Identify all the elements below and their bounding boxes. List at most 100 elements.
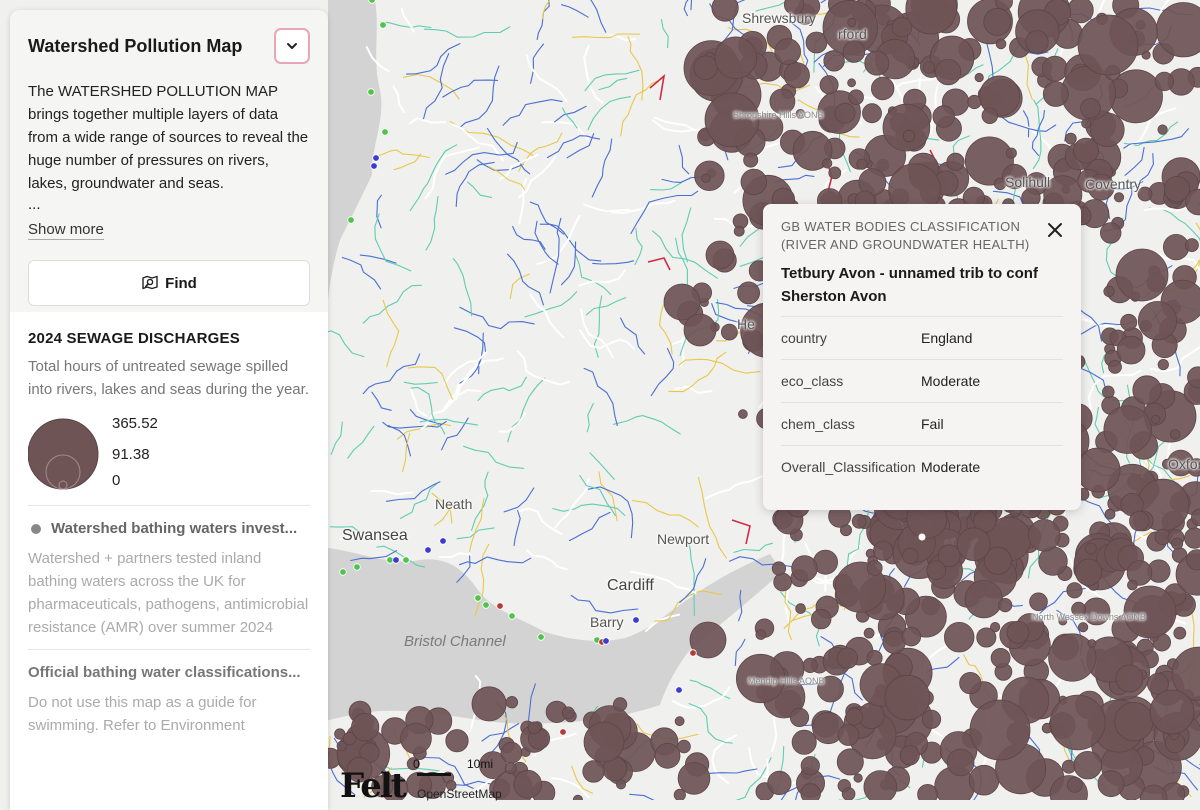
discharge-bubble (741, 169, 767, 195)
discharge-bubble (1170, 430, 1180, 440)
discharge-bubble (706, 241, 734, 269)
discharge-bubble (867, 561, 882, 576)
discharge-bubble (694, 56, 718, 80)
bathing-water-point (509, 613, 516, 620)
discharge-bubble (702, 174, 710, 182)
find-button[interactable]: Find (28, 260, 310, 306)
discharge-bubble (1104, 406, 1152, 454)
description-ellipsis: ... (28, 195, 310, 215)
sewage-section-title: 2024 SEWAGE DISCHARGES (28, 330, 310, 347)
discharge-bubble (768, 771, 791, 794)
panel-header: Watershed Pollution Map The WATERSHED PO… (10, 10, 328, 312)
discharge-bubble (874, 541, 893, 560)
discharge-bubble (1088, 640, 1096, 648)
discharge-bubble (999, 598, 1012, 611)
discharge-bubble (927, 561, 946, 580)
discharge-bubble (864, 628, 874, 638)
discharge-bubble (616, 780, 625, 789)
find-label: Find (165, 275, 197, 292)
discharge-bubble (837, 648, 857, 668)
label-rford-top: rford (838, 26, 867, 42)
attr-key: chem_class (781, 403, 921, 446)
discharge-bubble (960, 672, 981, 693)
bathing-water-point (380, 22, 387, 29)
discharge-bubble (1133, 376, 1161, 404)
discharge-bubble (1128, 580, 1138, 590)
discharge-bubble (715, 37, 757, 79)
discharge-bubble (969, 765, 999, 795)
discharge-bubble (675, 717, 684, 726)
discharge-bubble (1074, 751, 1102, 779)
discharge-bubble (796, 604, 806, 614)
discharge-bubble (792, 556, 818, 582)
discharge-bubble (1076, 559, 1102, 585)
discharge-bubble (838, 725, 859, 746)
discharge-bubble (1042, 56, 1067, 81)
proportional-circle-legend (28, 415, 108, 495)
discharge-bubble (1100, 223, 1121, 244)
label-shrewsbury: Shrewsbury (742, 10, 816, 26)
discharge-bubble (472, 687, 506, 721)
label-north-wessex: North Wessex Downs AONB (1032, 612, 1112, 622)
label-newport: Newport (657, 531, 709, 547)
bathing-layer-toggle[interactable]: Watershed bathing waters invest... (28, 520, 310, 537)
attr-key: country (781, 317, 921, 360)
discharge-bubble (829, 167, 841, 179)
discharge-bubble (756, 630, 766, 640)
collapse-button[interactable] (274, 28, 310, 64)
official-layer-title[interactable]: Official bathing water classifications..… (28, 664, 310, 681)
discharge-bubble (848, 79, 856, 87)
discharge-bubble (843, 41, 865, 63)
discharge-bubble (790, 708, 808, 726)
attr-value: Moderate (921, 360, 1063, 403)
label-shropshire-hills: Shropshire Hills AONB (733, 110, 824, 120)
bathing-water-point (382, 129, 389, 136)
discharge-bubble (583, 761, 605, 783)
discharge-bubble (885, 675, 930, 720)
bathing-water-point (633, 617, 640, 624)
discharge-bubble (1105, 509, 1115, 519)
panel-description: The WATERSHED POLLUTION MAP brings toget… (28, 80, 310, 195)
scale-zero: 0 (413, 757, 420, 771)
bathing-water-point (676, 687, 683, 694)
discharge-bubble (738, 282, 760, 304)
discharge-bubble (991, 648, 1010, 667)
bathing-water-point (475, 595, 482, 602)
discharge-bubble (984, 8, 1011, 35)
discharge-bubble (933, 106, 955, 128)
discharge-bubble (846, 709, 863, 726)
discharge-bubble (982, 108, 998, 124)
discharge-bubble (678, 763, 710, 795)
osm-attribution-link[interactable]: OpenStreetMap (417, 787, 502, 801)
discharge-bubble (1155, 72, 1174, 91)
legend-min-value: 0 (112, 472, 120, 489)
discharge-bubble (900, 746, 919, 765)
discharge-bubble (1116, 665, 1143, 692)
discharge-bubble (1081, 98, 1101, 118)
discharge-bubble (655, 743, 680, 768)
panel-body: 2024 SEWAGE DISCHARGES Total hours of un… (10, 312, 328, 737)
discharge-bubble (864, 771, 897, 800)
discharge-bubble (1065, 133, 1076, 144)
discharge-bubble (1114, 193, 1123, 202)
table-row: Overall_ClassificationModerate (781, 446, 1063, 489)
bathing-water-point (483, 602, 490, 609)
discharge-bubble (401, 723, 432, 754)
show-more-link[interactable]: Show more (28, 221, 104, 240)
bathing-water-point (340, 569, 347, 576)
discharge-bubble (1085, 543, 1096, 554)
discharge-bubble (820, 76, 838, 94)
close-icon[interactable] (1045, 220, 1065, 240)
discharge-bubble (871, 77, 894, 100)
discharge-bubble (1185, 239, 1198, 252)
discharge-bubble (1098, 771, 1124, 797)
discharge-bubble (1102, 386, 1114, 398)
discharge-bubble (944, 622, 974, 652)
bathing-water-point (497, 603, 504, 610)
felt-logo[interactable]: Felt (340, 766, 405, 806)
discharge-bubble (1026, 31, 1049, 54)
bathing-water-point (538, 634, 545, 641)
discharge-bubble (774, 573, 792, 591)
attr-value: Fail (921, 403, 1063, 446)
discharge-bubble (947, 153, 964, 170)
